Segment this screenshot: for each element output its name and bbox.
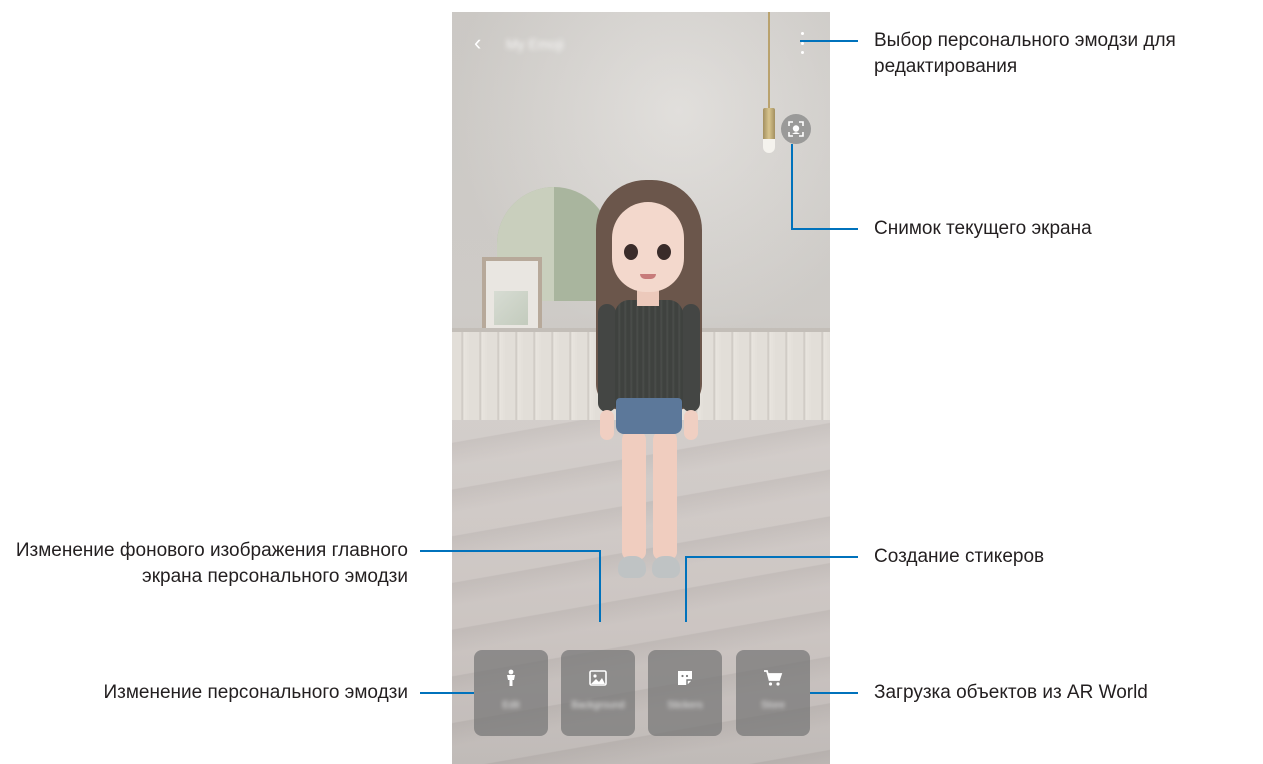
image-icon — [588, 668, 608, 688]
screen-title: My Emoji — [506, 36, 564, 52]
stickers-label: Stickers — [667, 700, 703, 711]
avatar-arm-left — [598, 304, 616, 412]
callout-line-select — [800, 40, 858, 42]
callout-line-stickers-v — [685, 556, 687, 622]
avatar-leg-left — [622, 430, 646, 560]
background-label: Background — [571, 700, 625, 711]
avatar-shoe-left — [618, 556, 646, 578]
callout-line-capture-h — [791, 228, 858, 230]
store-button[interactable]: Store — [736, 650, 810, 736]
avatar-arm-right — [682, 304, 700, 412]
cart-icon — [763, 668, 783, 688]
capture-button[interactable] — [781, 114, 811, 144]
callout-capture: Снимок текущего экрана — [874, 218, 1092, 239]
back-icon[interactable]: ‹ — [474, 32, 492, 54]
pendant-lamp — [763, 108, 775, 142]
store-label: Store — [761, 700, 785, 711]
phone-screen: ‹ My Emoji Edit Background Stickers Stor… — [452, 12, 830, 764]
more-options-icon[interactable] — [798, 32, 806, 54]
camera-face-icon — [788, 121, 804, 137]
avatar-shoe-right — [652, 556, 680, 578]
edit-label: Edit — [502, 700, 520, 711]
background-button[interactable]: Background — [561, 650, 635, 736]
callout-line-capture-v — [791, 144, 793, 229]
callout-line-stickers-h — [685, 556, 858, 558]
callout-edit-emoji: Изменение персонального эмодзи — [103, 682, 409, 703]
edit-button[interactable]: Edit — [474, 650, 548, 736]
avatar-sweater — [615, 300, 683, 410]
avatar-hand-right — [684, 410, 698, 440]
stickers-button[interactable]: Stickers — [648, 650, 722, 736]
callout-line-arworld — [810, 692, 858, 694]
sticker-icon — [675, 668, 695, 688]
callout-background: Изменение фонового изображения главного … — [15, 540, 408, 587]
callout-create-stickers: Создание стикеров — [874, 546, 1045, 567]
person-icon — [501, 668, 521, 688]
callout-select-emoji: Выбор персонального эмодзи для редактиро… — [874, 30, 1176, 77]
avatar-eye-left — [624, 244, 638, 260]
avatar-shorts — [616, 398, 682, 434]
avatar-hand-left — [600, 410, 614, 440]
callout-line-edit — [420, 692, 474, 694]
callout-line-background-h — [420, 550, 601, 552]
lamp-cord — [768, 12, 770, 112]
lamp-bulb — [763, 139, 775, 153]
callout-line-background-v — [599, 550, 601, 622]
avatar-leg-right — [653, 430, 677, 560]
avatar-eye-right — [657, 244, 671, 260]
avatar-mouth — [640, 274, 656, 279]
callout-ar-world: Загрузка объектов из AR World — [874, 682, 1148, 703]
